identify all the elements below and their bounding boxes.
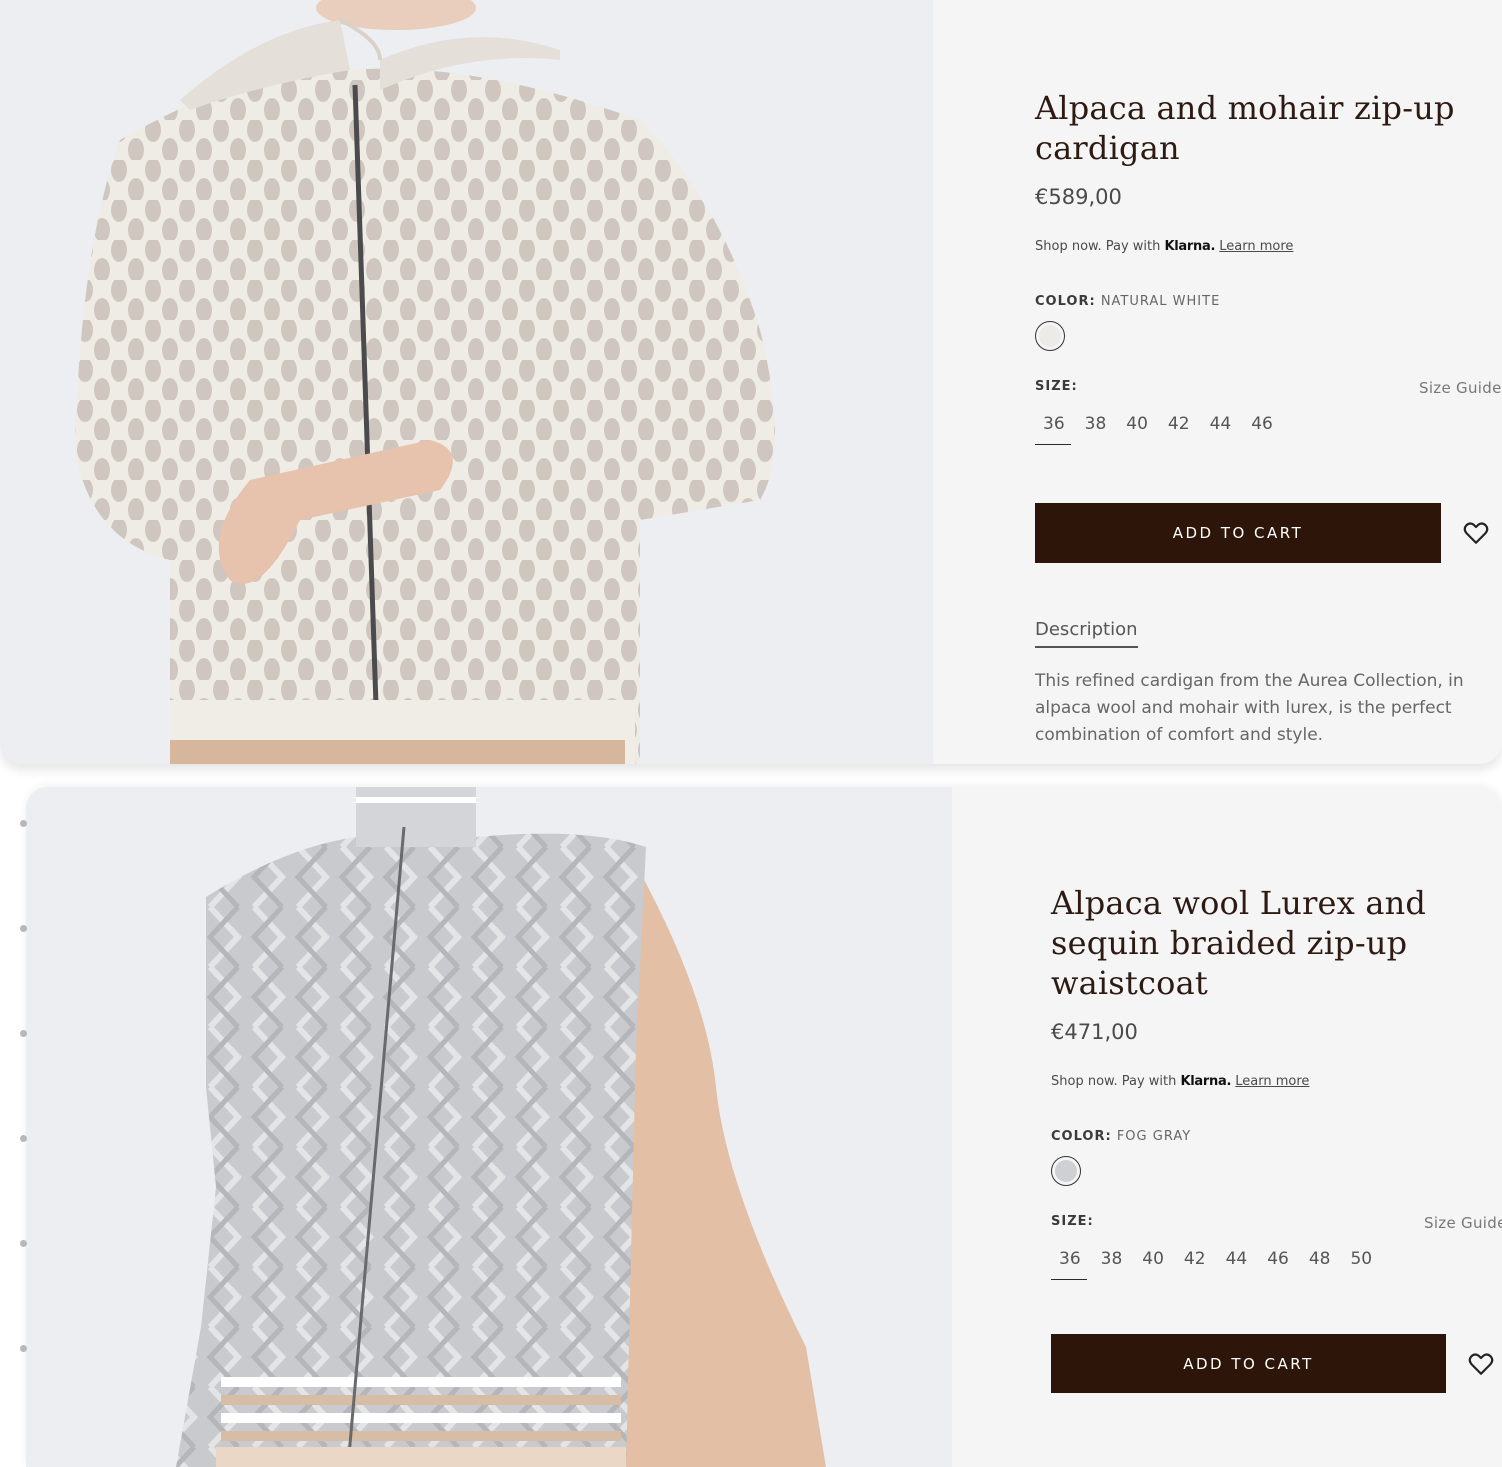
product-image-cardigan[interactable] <box>0 0 933 764</box>
product-description: This refined cardigan from the Aurea Col… <box>1035 671 1464 745</box>
klarna-logo: Klarna. <box>1164 239 1216 254</box>
color-value: FOG GRAY <box>1116 1129 1192 1144</box>
add-to-cart-button[interactable]: ADD TO CART <box>1035 503 1441 563</box>
size-option[interactable]: 46 <box>1259 1249 1295 1280</box>
size-option[interactable]: 44 <box>1218 1249 1254 1280</box>
size-option[interactable]: 50 <box>1342 1249 1378 1280</box>
klarna-banner: Shop now. Pay with Klarna. Learn more <box>1035 239 1502 254</box>
size-option[interactable]: 48 <box>1301 1249 1337 1280</box>
klarna-prefix: Shop now. Pay with <box>1051 1074 1177 1089</box>
size-header: SIZE: Size Guide <box>1051 1214 1502 1232</box>
product-info-waistcoat: Alpaca wool Lurex and sequin braided zip… <box>1051 883 1502 1393</box>
klarna-logo: Klarna. <box>1180 1074 1232 1089</box>
cart-row: ADD TO CART <box>1035 503 1502 563</box>
product-card-waistcoat: Alpaca wool Lurex and sequin braided zip… <box>26 787 1502 1467</box>
waistcoat-illustration <box>26 787 952 1467</box>
size-option[interactable]: 38 <box>1093 1249 1129 1280</box>
product-price: €589,00 <box>1035 185 1122 209</box>
size-label: SIZE: <box>1035 379 1078 394</box>
size-header: SIZE: Size Guide <box>1035 379 1502 397</box>
size-selector: 36 38 40 42 44 46 48 50 <box>1051 1249 1502 1280</box>
product-info-cardigan: Alpaca and mohair zip-up cardigan €589,0… <box>1035 88 1502 749</box>
carousel-dot[interactable] <box>20 1240 27 1247</box>
color-label-row: COLOR: NATURAL WHITE <box>1035 294 1502 309</box>
product-title: Alpaca and mohair zip-up cardigan <box>1035 89 1455 167</box>
size-guide-link[interactable]: Size Guide <box>1424 1214 1502 1232</box>
size-label: SIZE: <box>1051 1214 1094 1229</box>
size-option[interactable]: 36 <box>1051 1249 1087 1280</box>
carousel-dot[interactable] <box>20 1135 27 1142</box>
add-to-cart-button[interactable]: ADD TO CART <box>1051 1334 1446 1393</box>
size-option[interactable]: 42 <box>1176 1249 1212 1280</box>
size-selector: 36 38 40 42 44 46 <box>1035 414 1502 445</box>
klarna-learn-more-link[interactable]: Learn more <box>1219 239 1293 254</box>
product-title: Alpaca wool Lurex and sequin braided zip… <box>1051 884 1427 1002</box>
product-card-cardigan: Alpaca and mohair zip-up cardigan €589,0… <box>0 0 1502 764</box>
size-option[interactable]: 44 <box>1202 414 1238 445</box>
heart-icon[interactable] <box>1468 1352 1494 1376</box>
color-value: NATURAL WHITE <box>1100 294 1221 309</box>
size-option[interactable]: 36 <box>1035 414 1071 445</box>
size-option[interactable]: 38 <box>1077 414 1113 445</box>
size-option[interactable]: 40 <box>1118 414 1154 445</box>
cart-row: ADD TO CART <box>1051 1334 1502 1393</box>
klarna-banner: Shop now. Pay with Klarna. Learn more <box>1051 1074 1502 1089</box>
klarna-learn-more-link[interactable]: Learn more <box>1235 1074 1309 1089</box>
size-option[interactable]: 42 <box>1160 414 1196 445</box>
carousel-dot[interactable] <box>20 1030 27 1037</box>
size-option[interactable]: 40 <box>1134 1249 1170 1280</box>
carousel-dot[interactable] <box>20 820 27 827</box>
color-swatch-natural-white[interactable] <box>1035 321 1065 351</box>
color-label: COLOR: <box>1035 294 1096 309</box>
cardigan-illustration <box>0 0 933 764</box>
carousel-dot[interactable] <box>20 925 27 932</box>
color-label-row: COLOR: FOG GRAY <box>1051 1129 1502 1144</box>
size-option[interactable]: 46 <box>1243 414 1279 445</box>
heart-icon[interactable] <box>1463 521 1489 545</box>
klarna-prefix: Shop now. Pay with <box>1035 239 1161 254</box>
color-swatch-fog-gray[interactable] <box>1051 1156 1081 1186</box>
color-label: COLOR: <box>1051 1129 1112 1144</box>
size-guide-link[interactable]: Size Guide <box>1419 379 1502 397</box>
tab-description[interactable]: Description <box>1035 619 1138 648</box>
product-image-waistcoat[interactable] <box>26 787 952 1467</box>
product-price: €471,00 <box>1051 1020 1138 1044</box>
carousel-dot[interactable] <box>20 1345 27 1352</box>
